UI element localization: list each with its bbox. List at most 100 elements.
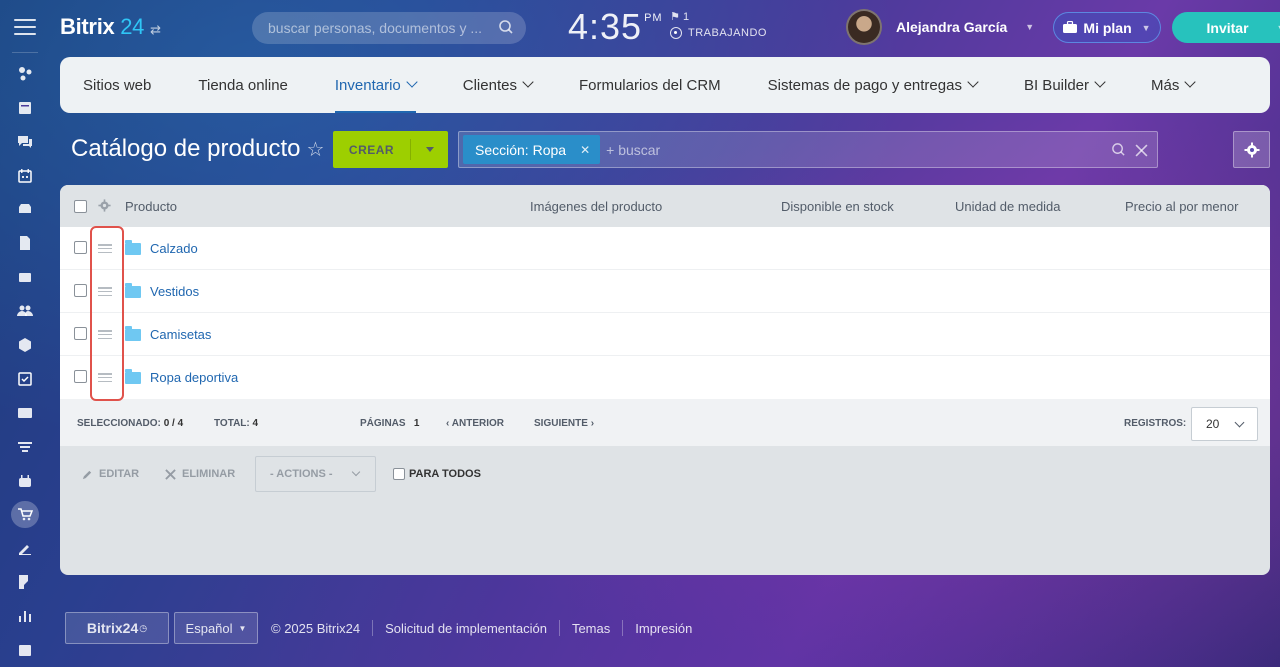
robot-icon[interactable] [11, 467, 39, 495]
row-name[interactable]: Vestidos [150, 284, 199, 299]
id-card-icon[interactable] [11, 399, 39, 427]
clock-icon: ◷ [139, 622, 148, 633]
column-stock[interactable]: Disponible en stock [781, 199, 894, 214]
drag-handle-icon[interactable] [98, 287, 112, 296]
invite-button[interactable]: Invitar ▼ [1172, 12, 1280, 43]
tab-sistemas-pago[interactable]: Sistemas de pago y entregas [768, 57, 979, 113]
tab-mas[interactable]: Más [1151, 57, 1197, 113]
logo[interactable]: Bitrix 24 ⇄ [60, 14, 161, 40]
column-product[interactable]: Producto [125, 199, 177, 214]
drag-handle-icon[interactable] [98, 373, 112, 382]
search-icon[interactable] [1111, 142, 1126, 157]
table-row[interactable]: Vestidos [60, 270, 1270, 313]
user-menu[interactable]: Alejandra García ▼ [846, 9, 1034, 45]
flag-counter[interactable]: ⚑ 1 [670, 10, 767, 23]
filter-chip[interactable]: Sección: Ropa ✕ [463, 135, 601, 164]
filter-search[interactable]: Sección: Ropa ✕ [458, 131, 1158, 168]
global-search [252, 12, 526, 44]
column-price[interactable]: Precio al por menor [1125, 199, 1238, 214]
column-images[interactable]: Imágenes del producto [530, 199, 662, 214]
divider [622, 620, 624, 636]
calendar-icon[interactable] [11, 162, 39, 190]
create-button[interactable]: CREAR [333, 131, 448, 168]
row-checkbox[interactable] [74, 284, 87, 297]
my-plan-button[interactable]: Mi plan ▼ [1053, 12, 1161, 43]
edit-button[interactable]: EDITAR [82, 468, 139, 480]
my-plan-label: Mi plan [1083, 19, 1132, 36]
tab-sitios-web[interactable]: Sitios web [83, 57, 151, 113]
chevron-down-icon [406, 76, 418, 88]
bitrix24-footer-logo[interactable]: Bitrix24 ◷ [65, 612, 169, 644]
drive-icon[interactable] [11, 195, 39, 223]
gear-icon[interactable] [98, 199, 111, 212]
chat-icon[interactable] [11, 128, 39, 156]
row-name[interactable]: Camisetas [150, 327, 211, 342]
next-page-link[interactable]: SIGUIENTE › [534, 418, 594, 429]
tasks-icon[interactable] [11, 365, 39, 393]
analytics-icon[interactable] [11, 602, 39, 630]
selected-label: SELECCIONADO: [77, 418, 161, 429]
folder-icon [125, 240, 141, 255]
filter-chip-label: Sección: Ropa [475, 141, 567, 158]
shop-cart-icon[interactable] [11, 500, 39, 529]
feed-icon[interactable] [11, 94, 39, 122]
contacts-icon[interactable] [11, 297, 39, 325]
mail-icon[interactable] [11, 263, 39, 291]
sign-icon[interactable] [11, 534, 39, 562]
drag-handle-icon[interactable] [98, 330, 112, 339]
logo-number: 24 [120, 14, 145, 39]
records-label: REGISTROS: [1124, 418, 1187, 429]
tab-tienda-online[interactable]: Tienda online [198, 57, 288, 113]
star-icon[interactable]: ☆ [307, 137, 325, 162]
crm-icon[interactable] [11, 331, 39, 359]
row-checkbox[interactable] [74, 370, 87, 383]
for-all-checkbox[interactable]: PARA TODOS [393, 468, 481, 480]
language-label: Español [185, 620, 233, 636]
print-link[interactable]: Impresión [635, 621, 692, 636]
work-status[interactable]: ⚑ 1 TRABAJANDO [670, 10, 767, 39]
settings-switch-icon[interactable]: ⇄ [150, 22, 161, 37]
chevron-down-icon: ▼ [238, 623, 247, 633]
filter-input[interactable] [606, 141, 1087, 158]
close-icon[interactable]: ✕ [580, 143, 590, 157]
search-icon[interactable] [498, 19, 514, 35]
previous-page-link[interactable]: ‹ ANTERIOR [446, 418, 504, 429]
themes-link[interactable]: Temas [572, 621, 610, 636]
settings-button[interactable] [1233, 131, 1270, 168]
drag-handle-icon[interactable] [98, 244, 112, 253]
for-all-checkbox-box[interactable] [393, 468, 405, 480]
row-name[interactable]: Ropa deportiva [150, 370, 238, 385]
clock[interactable]: 4:35 PM [568, 6, 663, 48]
row-name[interactable]: Calzado [150, 241, 198, 256]
table-row[interactable]: Calzado [60, 227, 1270, 270]
select-all-checkbox[interactable] [74, 200, 87, 213]
records-per-page-select[interactable]: 20 [1191, 407, 1258, 441]
table-row[interactable]: Ropa deportiva [60, 356, 1270, 399]
edit-doc-icon[interactable] [11, 568, 39, 596]
tab-bi-builder[interactable]: BI Builder [1024, 57, 1106, 113]
actions-select[interactable]: - ACTIONS - [255, 456, 376, 492]
tab-label: Sitios web [83, 76, 152, 94]
language-select[interactable]: Español ▼ [174, 612, 258, 644]
document-icon[interactable] [11, 229, 39, 257]
clear-icon[interactable] [1135, 144, 1148, 157]
funnel-icon[interactable] [11, 433, 39, 461]
column-unit[interactable]: Unidad de medida [955, 199, 1061, 214]
page-title-text: Catálogo de producto [71, 135, 301, 162]
create-dropdown-button[interactable] [411, 131, 448, 168]
tab-formularios-crm[interactable]: Formularios del CRM [579, 57, 721, 113]
tab-clientes[interactable]: Clientes [463, 57, 534, 113]
row-checkbox[interactable] [74, 327, 87, 340]
pages-label: PÁGINAS [360, 418, 406, 429]
activity-stream-icon[interactable] [11, 60, 39, 88]
table-row[interactable]: Camisetas [60, 313, 1270, 356]
delete-button[interactable]: ELIMINAR [165, 468, 235, 480]
search-input[interactable] [268, 20, 488, 36]
implementation-request-link[interactable]: Solicitud de implementación [385, 621, 547, 636]
tab-inventario[interactable]: Inventario [334, 57, 418, 113]
avatar[interactable] [846, 9, 882, 45]
row-checkbox[interactable] [74, 241, 87, 254]
selected-counter: SELECCIONADO: 0 / 4 [77, 418, 183, 429]
schedule-icon[interactable] [11, 636, 39, 664]
menu-icon[interactable] [14, 16, 36, 38]
